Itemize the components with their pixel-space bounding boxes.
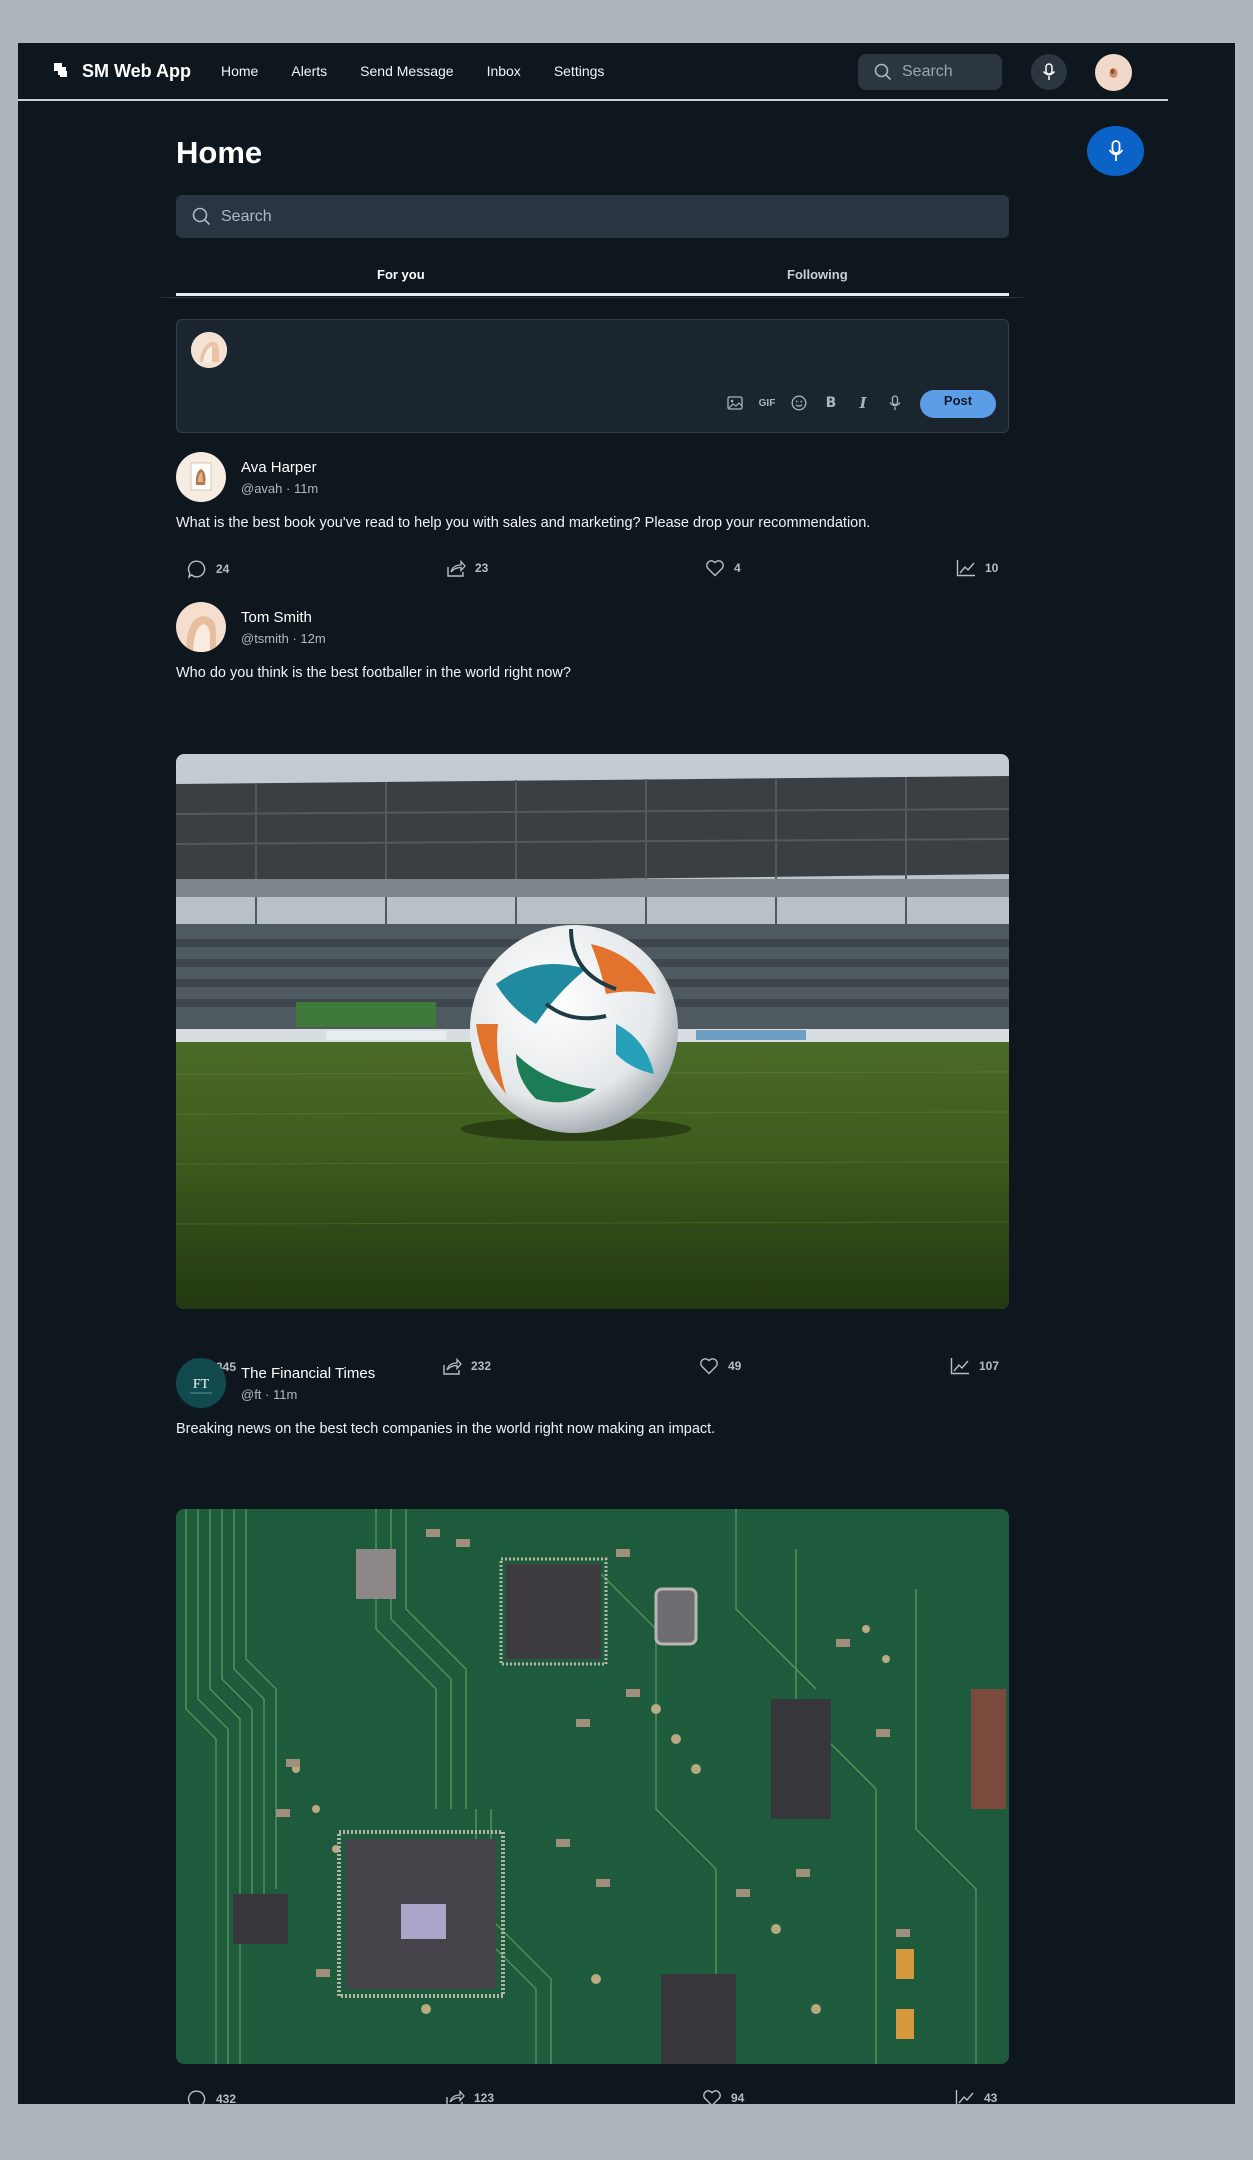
share-icon [446,2089,465,2104]
microphone-icon [1042,63,1056,80]
nav-link-alerts[interactable]: Alerts [291,63,327,79]
views-button[interactable]: 10 [956,559,998,577]
post-author-name[interactable]: Ava Harper [241,459,317,476]
like-button[interactable]: 4 [705,559,741,577]
emoji-icon[interactable] [783,392,815,414]
analytics-icon [956,560,975,577]
post-image-football[interactable] [176,754,1009,1309]
brand[interactable]: SM Web App [54,61,191,82]
search-icon [874,63,892,81]
view-count: 43 [984,2091,998,2104]
post-author-name[interactable]: The Financial Times [241,1365,375,1382]
post-text: Who do you think is the best footballer … [176,665,571,681]
microphone-icon[interactable] [879,392,911,414]
post-actions: 24 23 4 10 [176,559,1009,583]
post-author-avatar[interactable] [176,452,226,502]
search-icon [192,207,211,226]
nav-link-inbox[interactable]: Inbox [487,63,521,79]
brand-name: SM Web App [82,60,191,81]
post-image-circuit-board[interactable] [176,1509,1009,2064]
view-count: 10 [985,561,999,575]
page-title: Home [176,135,263,170]
reply-count: 432 [216,2092,237,2104]
post-text: What is the best book you've read to hel… [176,515,871,531]
ft-logo-text: FT [193,1377,210,1392]
post-author-avatar[interactable] [176,602,226,652]
brand-logo-icon [54,63,70,79]
voice-command-button[interactable] [1087,126,1144,176]
heart-icon [703,2090,721,2104]
post-author-meta: @avah · 11m [241,481,319,496]
post-item: Ava Harper @avah · 11m What is the best … [176,452,1009,592]
tab-following[interactable]: Following [787,267,848,282]
feed-tabs: For you Following [161,253,1023,298]
reply-button[interactable]: 24 [187,559,229,579]
share-button[interactable]: 123 [445,2089,494,2104]
comment-icon [187,560,206,579]
share-button[interactable]: 23 [446,559,488,577]
top-search-input[interactable]: Search [858,54,1002,90]
voice-search-button[interactable] [1031,54,1067,90]
user-avatar[interactable] [1095,54,1132,91]
like-button[interactable]: 94 [702,2089,744,2104]
italic-button[interactable]: I [847,392,879,414]
comment-icon [187,2090,206,2104]
post-author-avatar[interactable]: FT [176,1358,226,1408]
app-window: SM Web App Home Alerts Send Message Inbo… [18,43,1235,2104]
heart-icon [706,560,724,577]
image-icon[interactable] [719,392,751,414]
tab-for-you[interactable]: For you [377,267,425,282]
nav-link-settings[interactable]: Settings [554,63,605,79]
gif-button[interactable]: GIF [751,392,783,414]
composer-avatar [191,332,227,368]
like-count: 94 [731,2091,745,2104]
post-item: FT The Financial Times @ft · 11m Breakin… [176,1358,1009,2104]
nav-link-send-message[interactable]: Send Message [360,63,453,79]
reply-button[interactable]: 432 [187,2089,236,2104]
views-button[interactable]: 43 [955,2089,997,2104]
share-icon [447,559,466,577]
analytics-icon [955,2090,974,2104]
feed-search-input[interactable]: Search [176,195,1009,238]
post-text: Breaking news on the best tech companies… [176,1421,716,1437]
post-composer[interactable]: GIF B I Post [176,319,1009,433]
post-author-name[interactable]: Tom Smith [241,609,312,626]
nav-links: Home Alerts Send Message Inbox Settings [221,63,637,79]
share-count: 123 [474,2091,495,2104]
top-search-placeholder: Search [902,63,953,80]
post-author-meta: @ft · 11m [241,1387,298,1402]
nav-link-home[interactable]: Home [221,63,258,79]
composer-toolbar: GIF B I [719,392,911,414]
active-tab-indicator [176,293,1009,296]
bold-button[interactable]: B [815,392,847,414]
post-item: Tom Smith @tsmith · 12m Who do you think… [176,602,1009,1392]
feed-search-placeholder: Search [221,207,272,225]
top-navigation: SM Web App Home Alerts Send Message Inbo… [18,43,1168,101]
reply-count: 24 [216,562,230,576]
microphone-icon [1108,140,1123,161]
like-count: 4 [734,561,741,575]
post-actions: 432 123 94 43 [176,2089,1009,2104]
post-button[interactable]: Post [920,390,996,418]
post-author-meta: @tsmith · 12m [241,631,326,646]
share-count: 23 [475,561,489,575]
